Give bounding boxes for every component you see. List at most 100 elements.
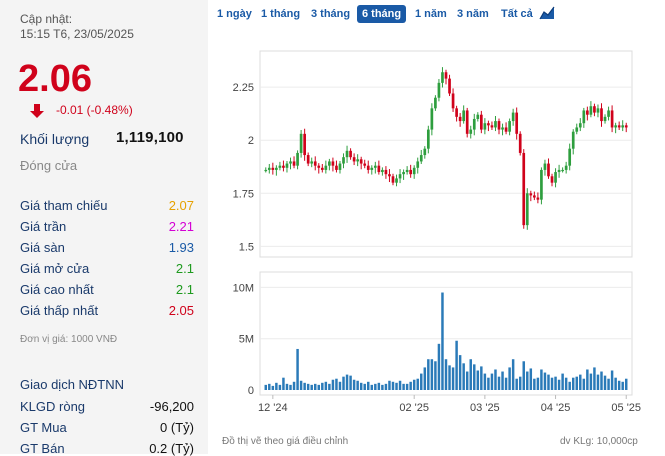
candle-body [624,125,628,128]
candle-body [377,165,381,173]
volume-bar [296,348,299,390]
tab-1-day[interactable]: 1 ngày [212,5,257,23]
candle [441,67,444,88]
stat-value-low: 2.05 [168,303,194,318]
tab-3-months[interactable]: 3 tháng [306,5,355,23]
stat-label-low: Giá thấp nhất [20,303,99,318]
volume-bar [427,359,430,390]
price-tick-label: 2 [248,135,254,147]
candle-body [603,116,607,122]
candle-body [352,157,356,162]
volume-bar [345,374,349,390]
candle-body [582,110,586,124]
candle [487,120,490,132]
down-arrow-icon [30,104,44,123]
volume-bar [384,383,388,390]
candle [589,101,593,118]
candle [479,110,483,134]
candle [504,122,508,135]
volume-bar [610,370,614,390]
candle [508,118,511,136]
candle [518,131,522,156]
candle-body [469,129,473,134]
candle [416,157,420,174]
candle [419,149,423,164]
candle [373,161,377,174]
candle-body [575,127,579,132]
candle [324,160,328,174]
tab-all[interactable]: Tất cả [496,5,538,23]
candle [405,166,409,175]
candle [472,113,476,136]
volume-tick-label: 0 [248,385,254,397]
candle [469,125,473,139]
stat-label-open: Giá mở cửa [20,261,90,276]
candle [278,161,282,171]
volume-bar [299,380,303,390]
candle [586,106,589,121]
candle-body [610,110,614,128]
candle-body [536,197,540,200]
volume-bar [571,377,575,390]
x-tick-label: 12 '24 [258,402,288,414]
candle-body [345,150,349,158]
candle [285,161,289,173]
volume-y-tick-labels: 0 5M 10M [233,282,254,397]
volume-bar [423,367,427,390]
volume-bar-series [264,292,628,390]
volume-bar [374,383,377,390]
volume-bar [533,378,536,390]
candle-body [423,148,427,156]
x-tick-label: 04 '25 [541,402,571,414]
volume-bar [317,384,321,390]
candle-body [430,108,434,130]
volume-bar [497,376,501,390]
volume-value: 1,119,100 [116,129,184,146]
candle [614,122,617,134]
candle [603,114,607,124]
volume-bar [441,292,444,390]
volume-bar [342,376,345,390]
tab-3-years[interactable]: 3 năm [452,5,494,23]
candle [543,159,547,176]
candle [320,163,324,173]
candle [412,165,416,179]
stat-value-ceiling: 2.21 [168,219,194,234]
candle-body [596,108,600,113]
tab-1-year[interactable]: 1 năm [410,5,452,23]
candle [621,120,625,132]
candle [578,118,582,132]
volume-bar [465,371,469,390]
volume-bar [370,384,374,390]
price-y-tick-labels: 1.5 1.75 2 2.25 [233,82,254,253]
volume-bar [469,359,472,390]
candle-body [543,163,547,170]
candle-body [504,127,508,132]
candle [561,167,564,173]
volume-bar [526,371,529,390]
tab-6-months[interactable]: 6 tháng [357,5,407,23]
candle [296,150,299,170]
stat-label-reference: Giá tham chiếu [20,198,108,213]
candle-body [497,121,501,130]
candle-body [296,152,299,166]
candle-body [586,110,589,115]
candle-body [554,172,557,183]
candle [437,79,441,102]
volume-bar [607,378,610,390]
tab-1-month[interactable]: 1 tháng [256,5,305,23]
candle-body [540,169,543,200]
volume-bar [282,377,285,390]
candle-body [398,174,402,179]
volume-bar [557,379,561,390]
volume-bar [614,377,617,390]
volume-bar [402,383,405,390]
volume-bar [487,377,490,390]
volume-bar [579,374,582,390]
candle-body [349,150,352,158]
candle [363,159,367,169]
candle-body [511,112,515,122]
line-chart-icon[interactable] [539,5,555,26]
candle-body [313,161,317,166]
stat-label-high: Giá cao nhất [20,282,94,297]
